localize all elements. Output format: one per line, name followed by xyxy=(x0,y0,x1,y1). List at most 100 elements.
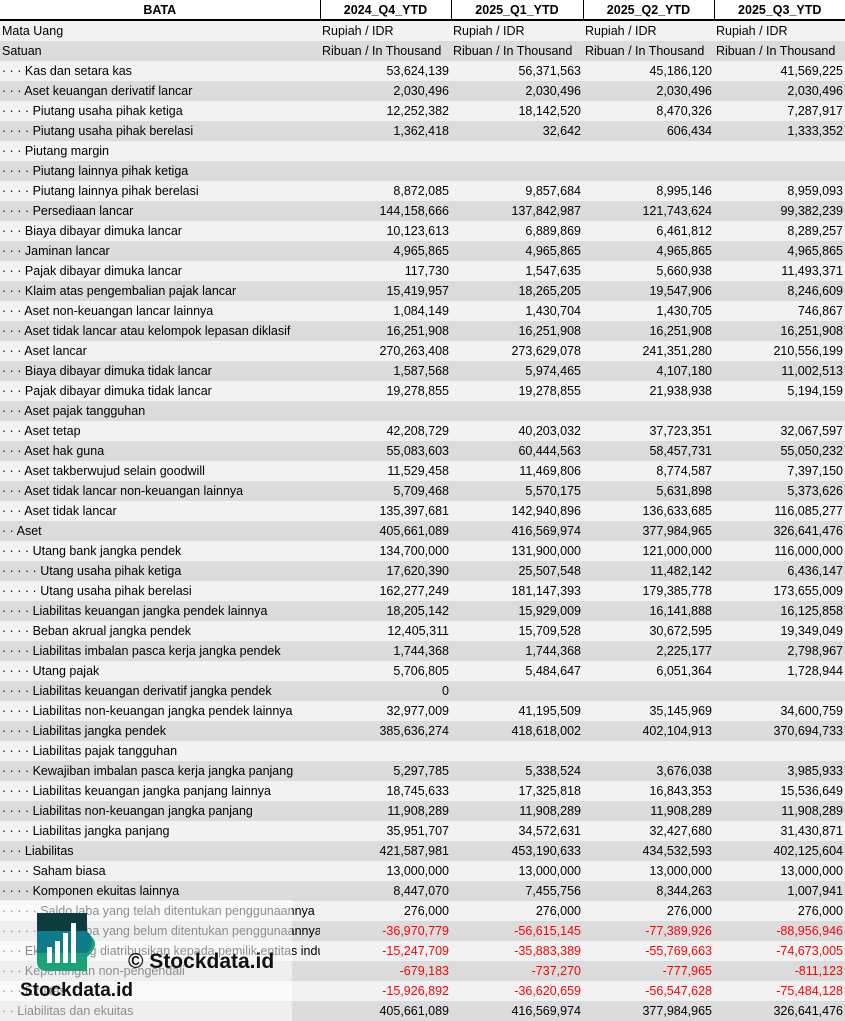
value-cell: -777,965 xyxy=(583,961,714,981)
indent-dots: · · · · xyxy=(2,684,30,698)
period-header[interactable]: 2024_Q4_YTD xyxy=(319,0,451,21)
value-cell: 15,419,957 xyxy=(320,281,451,301)
value-cell: -737,270 xyxy=(451,961,583,981)
row-label-text: Aset tetap xyxy=(24,424,81,438)
header-row: BATA 2024_Q4_YTD 2025_Q1_YTD 2025_Q2_YTD… xyxy=(0,0,845,21)
indent-dots: · · · · · xyxy=(2,564,37,578)
value-cell xyxy=(583,681,714,701)
value-cell: 21,938,938 xyxy=(583,381,714,401)
value-cell: 144,158,666 xyxy=(320,201,451,221)
value-cell: 2,030,496 xyxy=(583,81,714,101)
row-label-text: Biaya dibayar dimuka tidak lancar xyxy=(24,364,212,378)
row-label: · · · Aset keuangan derivatif lancar xyxy=(0,81,320,101)
row-label: · · · Biaya dibayar dimuka lancar xyxy=(0,221,320,241)
value-cell: 6,436,147 xyxy=(714,561,845,581)
value-cell: 9,857,684 xyxy=(451,181,583,201)
row-label-text: Pajak dibayar dimuka lancar xyxy=(24,264,182,278)
table-row: · · · · Liabilitas keuangan jangka panja… xyxy=(0,781,845,801)
value-cell: 276,000 xyxy=(714,901,845,921)
value-cell: 4,965,865 xyxy=(320,241,451,261)
value-cell: -88,956,946 xyxy=(714,921,845,941)
row-label: · · · Aset pajak tangguhan xyxy=(0,401,320,421)
value-cell: 8,470,326 xyxy=(583,101,714,121)
value-cell: -77,389,926 xyxy=(583,921,714,941)
indent-dots: · · · · · xyxy=(2,584,37,598)
meta-cell: Rupiah / IDR xyxy=(714,20,845,41)
value-cell: 31,430,871 xyxy=(714,821,845,841)
value-cell: 8,959,093 xyxy=(714,181,845,201)
value-cell xyxy=(451,401,583,421)
value-cell: 162,277,249 xyxy=(320,581,451,601)
value-cell: 418,618,002 xyxy=(451,721,583,741)
value-cell: -56,547,628 xyxy=(583,981,714,1001)
value-cell xyxy=(451,741,583,761)
value-cell: 1,333,352 xyxy=(714,121,845,141)
value-cell: 4,107,180 xyxy=(583,361,714,381)
value-cell: 276,000 xyxy=(451,901,583,921)
value-cell: 2,225,177 xyxy=(583,641,714,661)
table-row: · · · Biaya dibayar dimuka lancar 10,123,… xyxy=(0,221,845,241)
value-cell: 1,430,704 xyxy=(451,301,583,321)
value-cell: -811,123 xyxy=(714,961,845,981)
value-cell: -35,883,389 xyxy=(451,941,583,961)
meta-cell: Ribuan / In Thousand xyxy=(451,41,583,61)
row-label: · · · · Piutang lainnya pihak ketiga xyxy=(0,161,320,181)
row-label-text: Biaya dibayar dimuka lancar xyxy=(24,224,182,238)
row-label-text: Piutang usaha pihak berelasi xyxy=(32,124,194,138)
row-label-text: Jaminan lancar xyxy=(24,244,110,258)
row-label: · · · · Liabilitas keuangan derivatif ja… xyxy=(0,681,320,701)
value-cell: 25,507,548 xyxy=(451,561,583,581)
value-cell: 5,706,805 xyxy=(320,661,451,681)
value-cell: 181,147,393 xyxy=(451,581,583,601)
table-row: · · · Piutang margin xyxy=(0,141,845,161)
value-cell: -679,183 xyxy=(320,961,451,981)
row-label: · · · Liabilitas xyxy=(0,841,320,861)
value-cell: 30,672,595 xyxy=(583,621,714,641)
table-row: · · · Aset tidak lancar 135,397,681 142,94… xyxy=(0,501,845,521)
table-row: · · · · Utang pajak 5,706,805 5,484,647 6,0… xyxy=(0,661,845,681)
period-header[interactable]: 2025_Q3_YTD xyxy=(713,0,845,21)
table-row: · · · · Piutang usaha pihak berelasi 1,36… xyxy=(0,121,845,141)
value-cell xyxy=(320,401,451,421)
row-label-text: Kas dan setara kas xyxy=(24,64,132,78)
table-row: · · · Kas dan setara kas 53,624,139 56,371… xyxy=(0,61,845,81)
value-cell: 5,570,175 xyxy=(451,481,583,501)
value-cell: 2,030,496 xyxy=(320,81,451,101)
value-cell xyxy=(714,141,845,161)
table-row: · · · Aset pajak tangguhan xyxy=(0,401,845,421)
indent-dots: · · · xyxy=(2,384,22,398)
indent-dots: · · · xyxy=(2,404,22,418)
row-label-text: Klaim atas pengembalian pajak lancar xyxy=(24,284,237,298)
row-label: · · · Piutang margin xyxy=(0,141,320,161)
period-header[interactable]: 2025_Q1_YTD xyxy=(450,0,583,21)
stockdata-logo-icon xyxy=(37,913,95,971)
row-label: · · · · Liabilitas pajak tangguhan xyxy=(0,741,320,761)
value-cell: 8,774,587 xyxy=(583,461,714,481)
meta-row: Mata Uang Rupiah / IDR Rupiah / IDR Rupiah … xyxy=(0,20,845,41)
value-cell: 370,694,733 xyxy=(714,721,845,741)
row-label-text: Aset tidak lancar atau kelompok lepasan … xyxy=(24,324,291,338)
row-label-text: Saham biasa xyxy=(32,864,106,878)
meta-row: Satuan Ribuan / In Thousand Ribuan / In Th… xyxy=(0,41,845,61)
row-label: Mata Uang xyxy=(0,20,320,41)
row-label: · · · · Liabilitas keuangan jangka pende… xyxy=(0,601,320,621)
indent-dots: · · · xyxy=(2,284,22,298)
row-label: · · · Pajak dibayar dimuka lancar xyxy=(0,261,320,281)
value-cell: 16,843,353 xyxy=(583,781,714,801)
value-cell: 405,661,089 xyxy=(320,521,451,541)
table-row: · · · · Liabilitas keuangan derivatif ja… xyxy=(0,681,845,701)
value-cell: 1,430,705 xyxy=(583,301,714,321)
value-cell xyxy=(583,741,714,761)
table-row: · · · · Liabilitas imbalan pasca kerja j… xyxy=(0,641,845,661)
value-cell: 210,556,199 xyxy=(714,341,845,361)
value-cell: 19,278,855 xyxy=(451,381,583,401)
period-header[interactable]: 2025_Q2_YTD xyxy=(582,0,714,21)
value-cell: 241,351,280 xyxy=(583,341,714,361)
row-label: · · · · Utang pajak xyxy=(0,661,320,681)
row-label: · · · Klaim atas pengembalian pajak lanc… xyxy=(0,281,320,301)
value-cell: 416,569,974 xyxy=(451,521,583,541)
value-cell: 18,205,142 xyxy=(320,601,451,621)
value-cell: 5,338,524 xyxy=(451,761,583,781)
value-cell: 12,252,382 xyxy=(320,101,451,121)
value-cell: 7,287,917 xyxy=(714,101,845,121)
